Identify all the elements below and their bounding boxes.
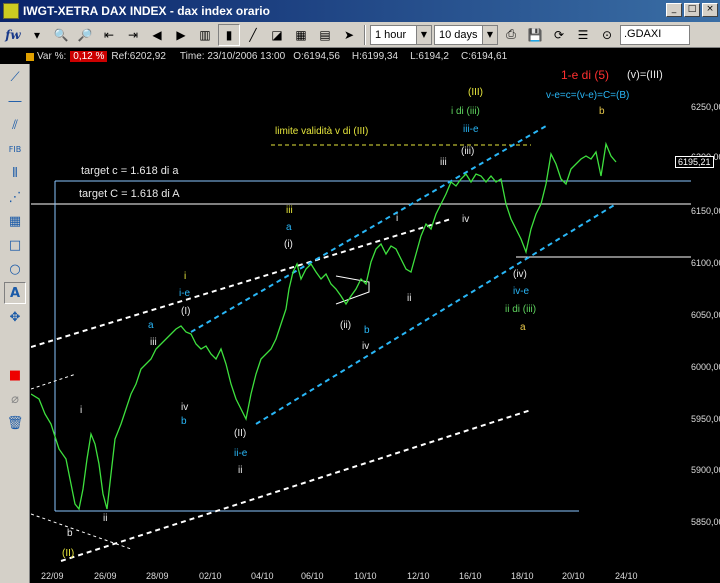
scroll-right-icon[interactable]: ▶ bbox=[170, 23, 192, 46]
properties-icon[interactable]: ☰ bbox=[572, 23, 594, 46]
scroll-left-icon[interactable]: ◀ bbox=[146, 23, 168, 46]
vertical-lines-icon[interactable]: ⦀ bbox=[4, 162, 26, 184]
pan-right-icon[interactable]: ⇥ bbox=[122, 23, 144, 46]
title-bar: IWGT-XETRA DAX INDEX - dax index orario … bbox=[0, 0, 720, 22]
gann-grid-icon[interactable]: ▦ bbox=[4, 210, 26, 232]
time-value: Time: 23/10/2006 13:00 bbox=[179, 51, 286, 62]
quote-info-bar: Var %: 0,12 % Ref:6202,92 Time: 23/10/20… bbox=[0, 49, 720, 64]
price-chart[interactable]: 6250,00 6200,00 6150,00 6100,00 6050,00 … bbox=[31, 64, 720, 583]
chevron-down-icon: ▼ bbox=[482, 25, 497, 44]
arrow-icon[interactable]: ➤ bbox=[338, 23, 360, 46]
print-icon[interactable]: ⎙ bbox=[500, 23, 522, 46]
pan-left-icon[interactable]: ⇤ bbox=[98, 23, 120, 46]
chevron-down-icon[interactable]: ▾ bbox=[26, 23, 48, 46]
refresh-icon[interactable]: ⟳ bbox=[548, 23, 570, 46]
ref-value: Ref:6202,92 bbox=[111, 51, 166, 62]
fan-lines-icon[interactable]: ⋰ bbox=[4, 186, 26, 208]
series-color-swatch bbox=[26, 52, 34, 61]
target-c-label: target c = 1.618 di a bbox=[81, 165, 179, 177]
ellipse-icon[interactable]: ○ bbox=[4, 258, 26, 280]
chart-canvas bbox=[31, 125, 691, 562]
close-button[interactable]: × bbox=[702, 3, 718, 17]
area-chart-icon[interactable]: ◪ bbox=[266, 23, 288, 46]
var-label: Var %: bbox=[37, 51, 67, 62]
rectangle-icon[interactable]: □ bbox=[4, 234, 26, 256]
trash-icon[interactable]: 🗑 bbox=[4, 412, 26, 434]
zoom-out-icon[interactable]: 🔎 bbox=[74, 23, 96, 46]
line-tool-icon[interactable]: ⟋ bbox=[4, 66, 26, 88]
line-chart-icon[interactable]: ╱ bbox=[242, 23, 264, 46]
horizontal-line-icon[interactable]: ― bbox=[4, 90, 26, 112]
symbol-lookup-icon[interactable]: ⊙ bbox=[596, 23, 618, 46]
fibonacci-icon[interactable]: FIB bbox=[4, 138, 26, 160]
var-value: 0,12 % bbox=[70, 51, 108, 62]
pointer-icon[interactable]: ✥ bbox=[4, 306, 26, 328]
eraser-icon[interactable]: ⌀ bbox=[4, 388, 26, 410]
color-picker-icon[interactable]: ■ bbox=[4, 364, 26, 386]
wave-title-2: (v)=(III) bbox=[627, 69, 663, 81]
save-icon[interactable]: 💾 bbox=[524, 23, 546, 46]
calendar-icon[interactable]: ▤ bbox=[314, 23, 336, 46]
wave-title: 1-e di (5) bbox=[561, 68, 610, 82]
text-tool-icon[interactable]: A bbox=[4, 282, 26, 304]
interval-select[interactable]: 1 hour ▼ bbox=[370, 24, 432, 45]
parallel-lines-icon[interactable]: ⫽ bbox=[4, 114, 26, 136]
toolbar: fw ▾ 🔍 🔎 ⇤ ⇥ ◀ ▶ ▥ ▮ ╱ ◪ ▦ ▤ ➤ 1 hour ▼ … bbox=[0, 22, 720, 48]
app-icon bbox=[3, 3, 19, 19]
minimize-button[interactable]: _ bbox=[666, 3, 682, 17]
limit-label: limite validità v di (III) bbox=[275, 126, 369, 137]
open-value: O:6194,56 bbox=[293, 51, 340, 62]
low-value: L:6194,2 bbox=[410, 51, 449, 62]
drawing-tools-palette: ⟋ ― ⫽ FIB ⦀ ⋰ ▦ □ ○ A ✥ ■ ⌀ 🗑 bbox=[0, 64, 30, 583]
range-select[interactable]: 10 days ▼ bbox=[434, 24, 498, 45]
grid-icon[interactable]: ▦ bbox=[290, 23, 312, 46]
zoom-in-icon[interactable]: 🔍 bbox=[50, 23, 72, 46]
formula-label: v-e=c=(v-e)=C=(B) bbox=[546, 90, 630, 101]
current-price-tag: 6195,21 bbox=[675, 156, 714, 168]
high-value: H:6199,34 bbox=[351, 51, 399, 62]
window-title: IWGT-XETRA DAX INDEX - dax index orario bbox=[23, 4, 270, 18]
close-value: C:6194,61 bbox=[461, 51, 508, 62]
candle-chart-icon[interactable]: ▮ bbox=[218, 23, 240, 46]
bar-chart-icon[interactable]: ▥ bbox=[194, 23, 216, 46]
chevron-down-icon: ▼ bbox=[416, 25, 431, 44]
fw-button[interactable]: fw bbox=[2, 23, 24, 46]
maximize-button[interactable]: □ bbox=[684, 3, 700, 17]
target-C-label: target C = 1.618 di A bbox=[79, 188, 180, 200]
symbol-input[interactable]: .GDAXI bbox=[620, 24, 690, 45]
